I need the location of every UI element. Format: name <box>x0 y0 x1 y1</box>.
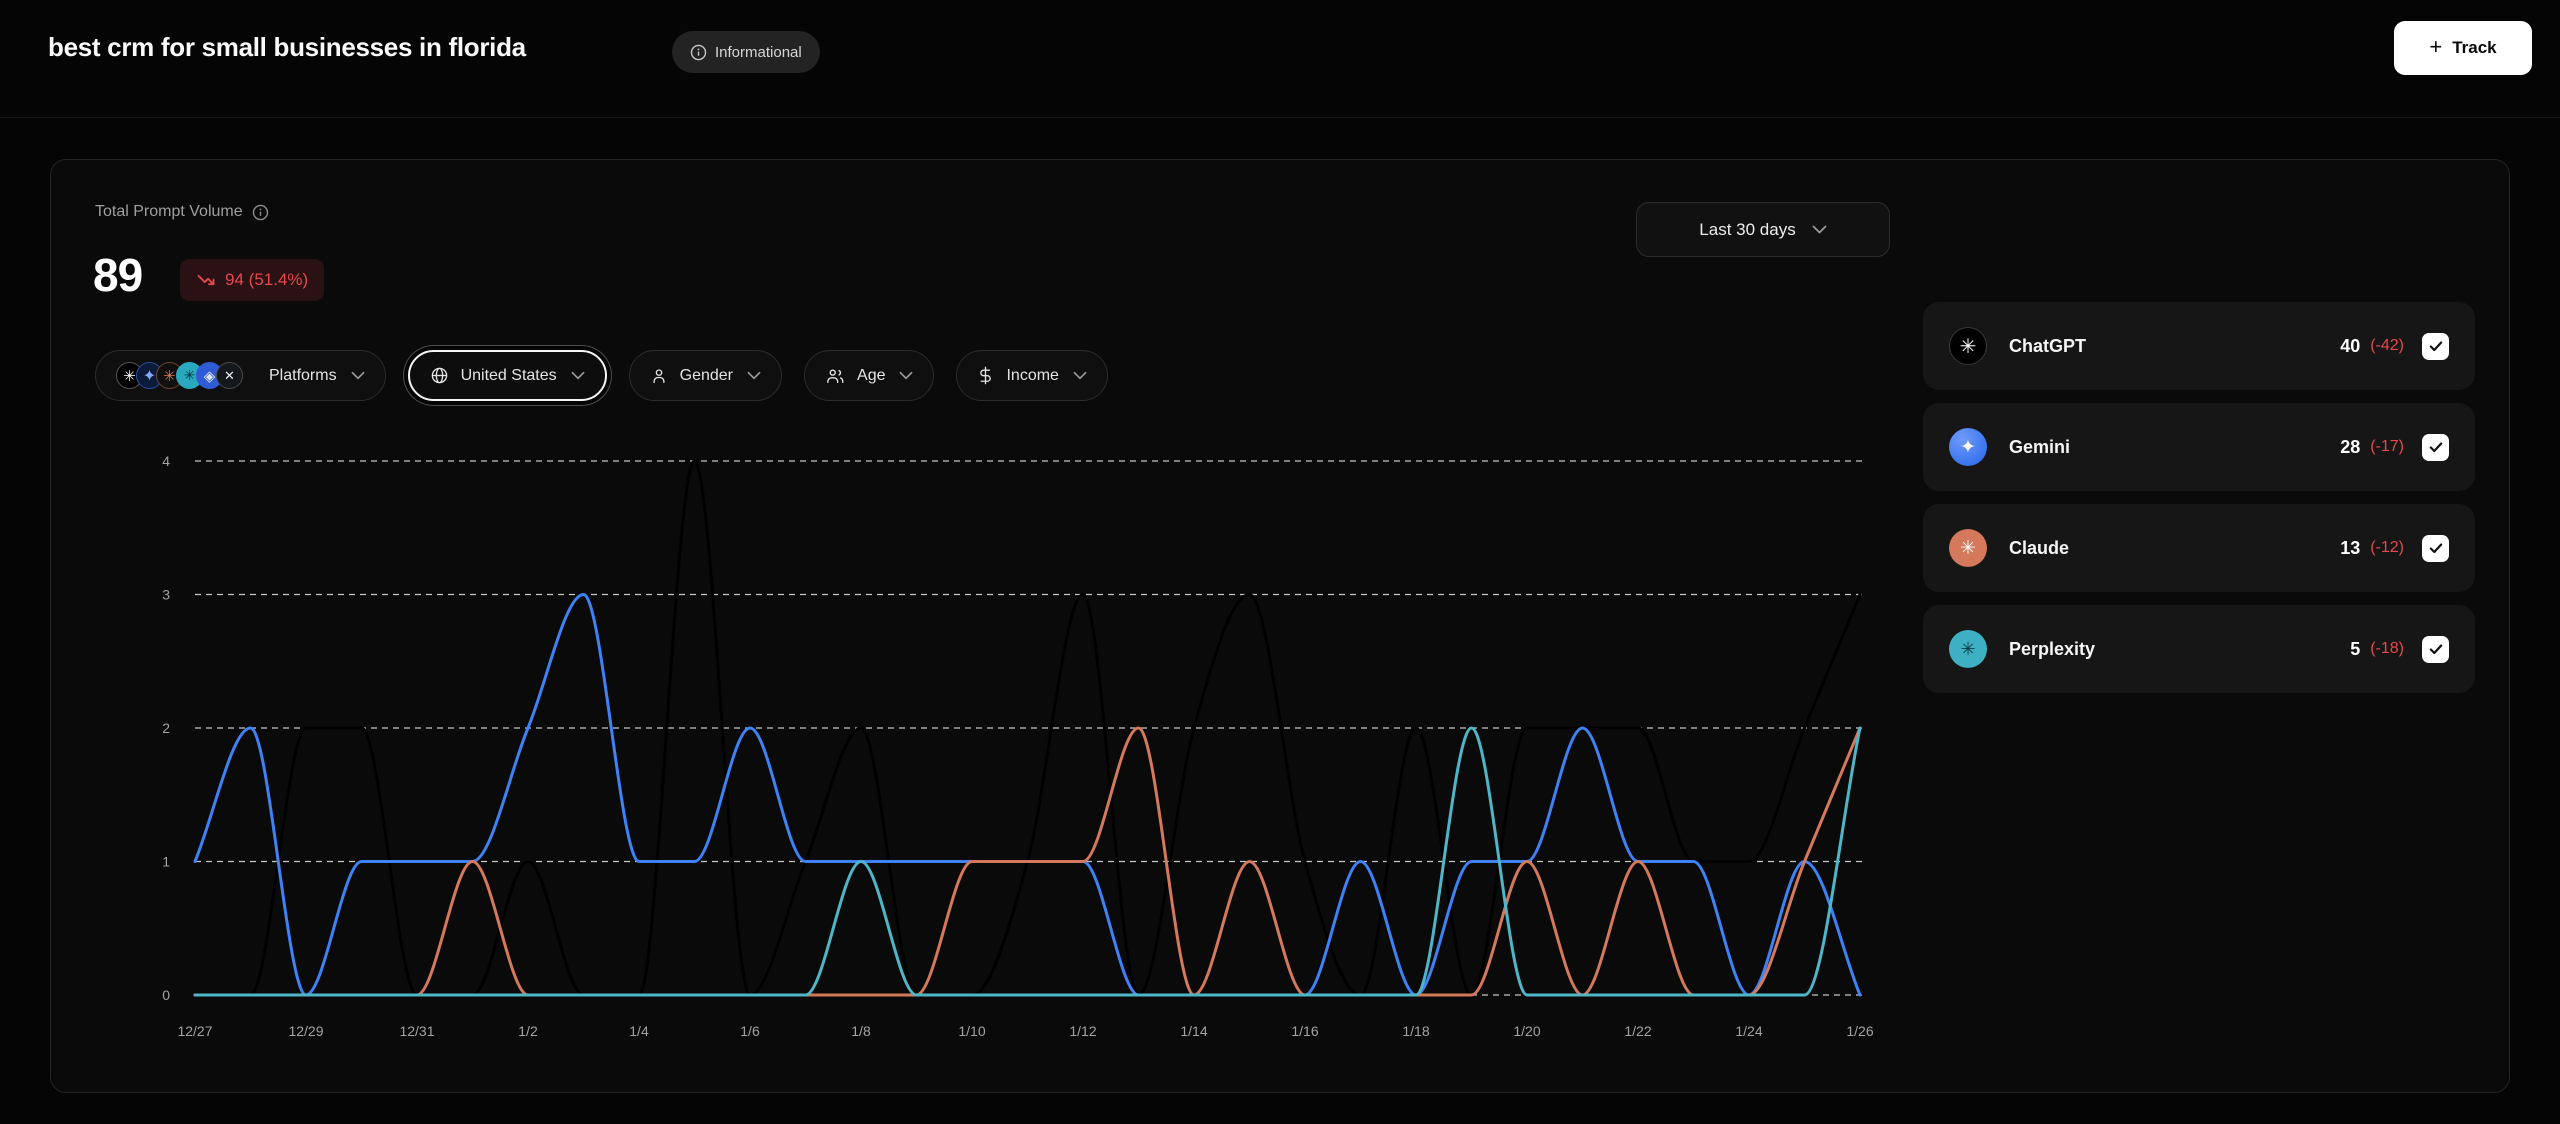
page-title: best crm for small businesses in florida <box>48 32 526 63</box>
x-tick-label: 1/6 <box>740 1023 760 1039</box>
legend-checkbox-gemini[interactable] <box>2422 434 2449 461</box>
intent-badge-label: Informational <box>715 44 802 61</box>
check-icon <box>2428 540 2444 556</box>
people-icon <box>825 367 845 385</box>
chevron-down-icon <box>899 371 913 380</box>
filter-pill-age[interactable]: Age <box>804 350 934 401</box>
legend-platform-name: Perplexity <box>2009 639 2350 660</box>
y-tick-label: 0 <box>162 987 170 1003</box>
person-icon <box>650 367 668 385</box>
filter-label: Age <box>857 367 885 385</box>
filter-label: Gender <box>680 367 733 385</box>
legend-row-perplexity[interactable]: ✳ Perplexity5 (-18) <box>1923 605 2475 693</box>
legend-row-claude[interactable]: ✳ Claude13 (-12) <box>1923 504 2475 592</box>
filter-pill-region[interactable]: United States <box>408 350 607 401</box>
date-range-value: Last 30 days <box>1699 220 1795 240</box>
filters-row: ✳✦✳✳◈✕ Platforms United States Gender Age Inc… <box>95 350 1108 401</box>
check-icon <box>2428 641 2444 657</box>
date-range-selector[interactable]: Last 30 days <box>1636 202 1890 257</box>
legend-total: 40 <box>2340 336 2360 357</box>
x-tick-label: 1/22 <box>1624 1023 1651 1039</box>
kpi-delta-text: 94 (51.4%) <box>225 270 308 290</box>
chevron-down-icon <box>747 371 761 380</box>
y-tick-label: 1 <box>162 854 170 870</box>
series-line-chatgpt <box>195 461 1860 995</box>
chevron-down-icon <box>351 371 365 380</box>
prompt-volume-chart: 0 1 2 3 4 12/27 12/29 12/31 1/2 1/4 1/6 1/8 1/10 1/12… <box>90 430 1910 1060</box>
legend-total: 13 <box>2340 538 2360 559</box>
legend-delta: (-17) <box>2370 438 2404 456</box>
x-tick-label: 1/14 <box>1180 1023 1207 1039</box>
filter-label: Income <box>1006 367 1058 385</box>
x-tick-label: 12/31 <box>399 1023 434 1039</box>
kpi-value: 89 <box>93 248 142 302</box>
filter-pill-income[interactable]: Income <box>956 350 1107 401</box>
legend-checkbox-claude[interactable] <box>2422 535 2449 562</box>
check-icon <box>2428 439 2444 455</box>
filter-label: Platforms <box>269 367 337 385</box>
trending-down-icon <box>196 270 216 290</box>
intent-badge: Informational <box>672 31 820 73</box>
plus-icon: + <box>2429 36 2442 58</box>
legend-delta: (-42) <box>2370 337 2404 355</box>
claude-icon: ✳ <box>1949 529 1987 567</box>
chevron-down-icon <box>1812 225 1827 234</box>
x-tick-label: 1/10 <box>958 1023 985 1039</box>
legend-row-gemini[interactable]: ✦ Gemini28 (-17) <box>1923 403 2475 491</box>
track-button[interactable]: + Track <box>2394 21 2532 75</box>
legend-checkbox-chatgpt[interactable] <box>2422 333 2449 360</box>
legend-platform-name: Gemini <box>2009 437 2340 458</box>
legend-platform-name: ChatGPT <box>2009 336 2340 357</box>
kpi-label: Total Prompt Volume <box>95 203 243 221</box>
info-icon <box>690 44 707 61</box>
top-bar: best crm for small businesses in florida… <box>0 0 2560 118</box>
x-tick-label: 1/18 <box>1402 1023 1429 1039</box>
legend-total: 5 <box>2350 639 2360 660</box>
globe-icon <box>430 366 449 385</box>
y-tick-label: 3 <box>162 587 170 603</box>
chevron-down-icon <box>1073 371 1087 380</box>
kpi-label-row: Total Prompt Volume <box>95 203 269 221</box>
y-tick-label: 2 <box>162 720 170 736</box>
info-icon[interactable] <box>252 204 269 221</box>
platform-legend: ✳ ChatGPT40 (-42) ✦ Gemini28 (-17) ✳ Claude13 (-… <box>1923 302 2475 706</box>
legend-total: 28 <box>2340 437 2360 458</box>
legend-delta: (-18) <box>2370 640 2404 658</box>
check-icon <box>2428 338 2444 354</box>
legend-checkbox-perplexity[interactable] <box>2422 636 2449 663</box>
legend-row-chatgpt[interactable]: ✳ ChatGPT40 (-42) <box>1923 302 2475 390</box>
kpi-delta-badge: 94 (51.4%) <box>180 259 324 301</box>
chevron-down-icon <box>571 371 585 380</box>
legend-delta: (-12) <box>2370 539 2404 557</box>
filter-pill-platforms[interactable]: ✳✦✳✳◈✕ Platforms <box>95 350 386 401</box>
gemini-icon: ✦ <box>1949 428 1987 466</box>
x-tick-label: 1/26 <box>1846 1023 1873 1039</box>
perplexity-icon: ✳ <box>1949 630 1987 668</box>
x-tick-label: 1/2 <box>518 1023 538 1039</box>
x-tick-label: 1/8 <box>851 1023 871 1039</box>
series-line-gemini <box>195 595 1860 996</box>
x-tick-label: 1/16 <box>1291 1023 1318 1039</box>
x-tick-label: 12/27 <box>177 1023 212 1039</box>
x-tick-label: 1/12 <box>1069 1023 1096 1039</box>
x-tick-label: 12/29 <box>288 1023 323 1039</box>
legend-platform-name: Claude <box>2009 538 2340 559</box>
chatgpt-icon: ✳ <box>1949 327 1987 365</box>
platform-icon-grok: ✕ <box>216 362 243 389</box>
x-tick-label: 1/24 <box>1735 1023 1762 1039</box>
x-tick-label: 1/4 <box>629 1023 649 1039</box>
platform-icons-stack: ✳✦✳✳◈✕ <box>116 362 236 389</box>
filter-pill-gender[interactable]: Gender <box>629 350 782 401</box>
dollar-icon <box>977 366 994 385</box>
dashboard: best crm for small businesses in florida… <box>0 0 2560 1124</box>
y-tick-label: 4 <box>162 453 170 469</box>
filter-label: United States <box>461 367 557 385</box>
x-tick-label: 1/20 <box>1513 1023 1540 1039</box>
